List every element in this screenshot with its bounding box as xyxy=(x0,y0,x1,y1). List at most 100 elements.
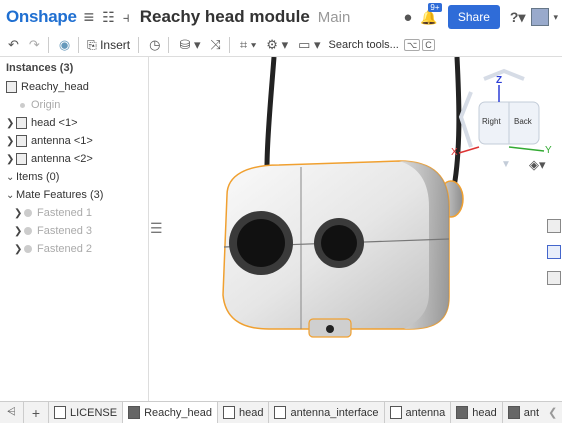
add-tab-icon[interactable]: + xyxy=(24,402,49,423)
feature-list-icon[interactable]: ☷ xyxy=(102,9,115,26)
instance-label: Reachy_head xyxy=(21,81,89,93)
fastened-mate-icon xyxy=(24,245,32,253)
instance-head[interactable]: ❯ head <1> xyxy=(6,114,78,132)
appearance-icon[interactable] xyxy=(547,219,561,233)
neck-screw xyxy=(326,325,334,333)
tools-icon[interactable]: ◉ xyxy=(59,37,70,53)
insert-button[interactable]: ⎘ Insert xyxy=(87,38,130,53)
undo-icon[interactable]: ↶ xyxy=(8,37,19,53)
divider xyxy=(78,37,80,53)
instance-origin[interactable]: Origin xyxy=(6,96,60,114)
clock-icon[interactable]: ◷ xyxy=(149,37,160,53)
part-studio-icon xyxy=(274,406,287,419)
view-rotate-down-icon[interactable]: ▼ xyxy=(501,159,511,170)
gear-icon[interactable]: ⚙ ▾ xyxy=(266,37,288,53)
chevron-right-icon[interactable]: ❯ xyxy=(14,208,24,219)
right-mini-toolbar xyxy=(547,219,562,285)
items-folder[interactable]: ⌄ Items (0) xyxy=(6,168,59,186)
instance-label: Origin xyxy=(31,99,61,111)
mate-features-folder[interactable]: ⌄ Mate Features (3) xyxy=(6,186,103,204)
mate-icon[interactable]: ⤨ xyxy=(210,37,220,53)
mate-fastened-3[interactable]: ❯ Fastened 3 xyxy=(14,222,92,240)
bottom-tab-bar: ⩤ + LICENSE Reachy_head head antenna_int… xyxy=(0,401,562,423)
tab-license[interactable]: LICENSE xyxy=(49,402,124,423)
chevron-right-icon[interactable]: ❯ xyxy=(6,136,16,147)
instance-reachy-head[interactable]: Reachy_head xyxy=(6,78,89,96)
divider xyxy=(168,37,170,53)
divider xyxy=(228,37,230,53)
tab-label: antenna_interface xyxy=(290,406,379,419)
chevron-right-icon[interactable]: ❯ xyxy=(14,226,24,237)
part-icon xyxy=(16,117,27,129)
mate-label: Fastened 2 xyxy=(37,243,93,255)
tab-manager-icon[interactable]: ⩤ xyxy=(0,402,24,423)
tab-head-assembly[interactable]: head xyxy=(451,402,503,423)
collapse-list-icon[interactable]: ☰ xyxy=(150,220,163,237)
workspace-label[interactable]: Main xyxy=(318,9,351,26)
tab-antenna-interface[interactable]: antenna_interface xyxy=(269,402,385,423)
view-cube-right-face[interactable]: Right xyxy=(482,117,501,126)
chevron-down-icon[interactable]: ⌄ xyxy=(6,190,16,201)
tab-label: antenna xyxy=(405,406,446,419)
menu-icon[interactable]: ≡ xyxy=(84,7,95,28)
assembly-icon xyxy=(6,81,17,93)
tab-label: head xyxy=(472,406,497,419)
tab-head[interactable]: head xyxy=(218,402,270,423)
part-studio-icon[interactable]: ⛁ ▾ xyxy=(179,37,200,53)
document-title[interactable]: Reachy head module xyxy=(140,7,310,27)
divider xyxy=(138,37,140,53)
instances-panel: Instances (3) Reachy_head Origin ❯ head <… xyxy=(0,57,149,401)
avatar-chevron-icon[interactable]: ▾ xyxy=(553,12,558,23)
toolbar: ↶ ↷ ◉ ⎘ Insert ◷ ⛁ ▾ ⤨ ⌗ ▾ ⚙ ▾ ▭ ▾ Searc… xyxy=(0,34,562,57)
view-cube-x-label: X xyxy=(451,147,458,158)
assembly-icon xyxy=(128,406,141,419)
mate-fastened-2[interactable]: ❯ Fastened 2 xyxy=(14,240,92,258)
part-icon xyxy=(16,153,27,165)
instance-antenna-2[interactable]: ❯ antenna <2> xyxy=(6,150,93,168)
view-cube-z-label: Z xyxy=(496,75,503,86)
instance-label: head <1> xyxy=(31,117,78,129)
chevron-right-icon[interactable]: ❯ xyxy=(14,244,24,255)
part-studio-icon xyxy=(389,406,402,419)
onshape-logo[interactable]: Onshape xyxy=(6,7,77,27)
user-avatar[interactable] xyxy=(531,8,550,26)
chevron-right-icon[interactable]: ❯ xyxy=(6,118,16,129)
mate-label: Fastened 1 xyxy=(37,207,93,219)
add-tab-icon[interactable]: ⫞ xyxy=(123,9,130,26)
fastened-mate-icon xyxy=(24,227,32,235)
mate-fastened-1[interactable]: ❯ Fastened 1 xyxy=(14,204,92,222)
assembly-icon xyxy=(456,406,469,419)
redo-icon[interactable]: ↷ xyxy=(29,37,40,53)
notifications-badge: 9+ xyxy=(428,2,442,12)
instance-antenna-1[interactable]: ❯ antenna <1> xyxy=(6,132,93,150)
part-icon xyxy=(16,135,27,147)
origin-icon xyxy=(20,102,25,108)
antenna-left[interactable] xyxy=(264,57,277,168)
tab-label: LICENSE xyxy=(70,406,118,419)
mate-connector-icon[interactable]: ⌗ ▾ xyxy=(240,37,256,53)
explode-view-icon[interactable] xyxy=(547,245,561,259)
help-icon[interactable]: ?▾ xyxy=(510,9,526,26)
shortcut-option-key: ⌥ xyxy=(403,39,421,51)
graphics-viewport[interactable]: Z Right Back X Y ◈▾ ▼ xyxy=(149,57,562,401)
chevron-right-icon[interactable]: ❯ xyxy=(6,154,16,165)
tab-reachy-head[interactable]: Reachy_head xyxy=(123,402,218,423)
folder-label: Items (0) xyxy=(16,171,60,183)
instances-header: Instances (3) xyxy=(6,62,74,74)
search-tools-button[interactable]: Search tools... ⌥ C xyxy=(329,39,435,51)
explode-icon[interactable]: ▭ ▾ xyxy=(298,37,320,53)
share-button[interactable]: Share xyxy=(447,5,500,29)
view-options-icon[interactable]: ◈▾ xyxy=(529,157,546,173)
eye-left-lens xyxy=(237,219,285,267)
top-bar: Onshape ≡ ☷ ⫞ Reachy head module Main ● … xyxy=(0,0,562,34)
view-cube-back-face[interactable]: Back xyxy=(514,117,532,126)
search-tools-label: Search tools... xyxy=(328,39,399,51)
tab-antenna[interactable]: antenna xyxy=(385,402,452,423)
tab-label: ant xyxy=(523,406,540,419)
notifications-icon[interactable]: 🔔 9+ xyxy=(420,2,442,26)
named-views-icon[interactable] xyxy=(547,271,561,285)
scroll-left-icon[interactable]: ❮ xyxy=(548,406,557,419)
chevron-down-icon[interactable]: ⌄ xyxy=(6,172,16,183)
comments-icon[interactable]: ● xyxy=(403,9,412,26)
tab-antenna-assembly[interactable]: ant xyxy=(503,402,544,423)
